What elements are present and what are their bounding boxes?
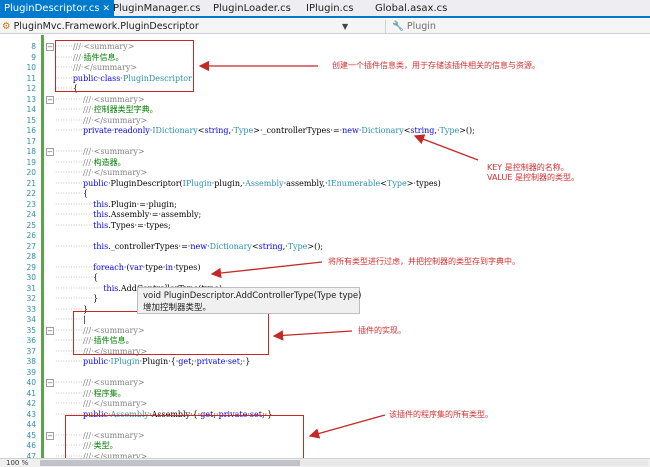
annotation-arrows [198, 60, 479, 439]
horizontal-scrollbar[interactable] [40, 460, 648, 466]
annotation-note-foreach: 将所有类型进行过虑，并把控制器的类型存到字典中。 [328, 257, 520, 266]
scrollbar-thumb[interactable] [40, 460, 300, 466]
tooltip-signature: void PluginDescriptor.AddControllerType(… [143, 291, 362, 301]
annotation-note-value: VALUE 是控制器的类型。 [487, 173, 579, 182]
arrow-foreach [210, 261, 323, 279]
tooltip-summary: 增加控制器类型。 [143, 303, 212, 313]
arrow-dictionary [413, 134, 479, 161]
arrow-plugin [272, 330, 353, 341]
zoom-level[interactable]: 100 % [6, 459, 28, 467]
annotation-note-types: 该插件的程序集的所有类型。 [389, 410, 493, 419]
arrow-types [308, 414, 386, 439]
annotation-note-plugin: 插件的实现。 [358, 326, 406, 335]
annotation-note-class: 创建一个插件信息类，用于存储该插件相关的信息与资源。 [332, 61, 540, 70]
quick-info-tooltip: void PluginDescriptor.AddControllerType(… [137, 287, 362, 314]
